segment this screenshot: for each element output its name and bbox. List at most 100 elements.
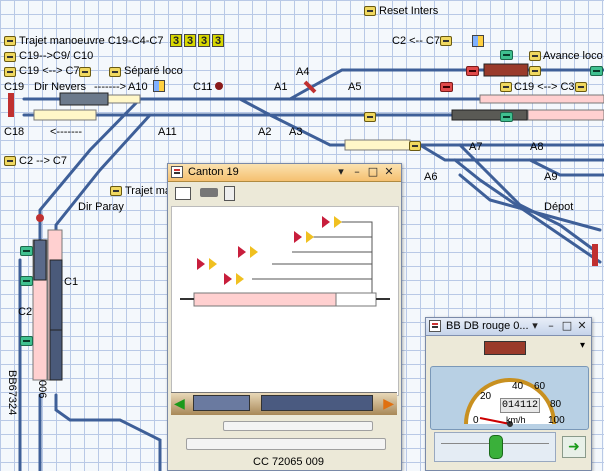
separe-loco-button[interactable] — [109, 67, 121, 77]
maximize-icon[interactable]: □ — [367, 166, 379, 178]
train-image-2 — [261, 395, 373, 411]
route-number-2[interactable]: 3 — [184, 34, 196, 47]
loco-close-icon[interactable]: ✕ — [576, 320, 588, 332]
bb-label: BB67324 — [6, 370, 18, 416]
a3-label: A3 — [289, 126, 303, 138]
red-button-a5[interactable] — [466, 66, 479, 76]
train-image-1 — [193, 395, 250, 411]
a5-green-button[interactable] — [590, 66, 603, 76]
chevron-down-icon[interactable]: ▾ — [335, 166, 347, 178]
route-number-3[interactable]: 3 — [198, 34, 210, 47]
c19-c3-red-button[interactable] — [440, 82, 453, 92]
block-right-lower — [527, 109, 604, 121]
loco-titlebar[interactable]: BB DB rouge 0... ▾ – □ ✕ — [426, 318, 591, 336]
arrow-left-icon[interactable]: ◀ — [174, 396, 185, 412]
c19-label: C19 — [4, 81, 25, 93]
loco-icon[interactable] — [200, 188, 218, 197]
tick-100: 100 — [548, 415, 565, 426]
a5-yellow-button[interactable] — [529, 66, 541, 76]
c2-green-button[interactable] — [20, 336, 33, 346]
arrow-left-label: <------- — [50, 126, 83, 138]
throttle-slider[interactable] — [434, 432, 556, 462]
canton-app-icon — [171, 166, 183, 178]
loco-c19 — [59, 92, 109, 106]
forward-arrow-icon[interactable]: ➜ — [562, 436, 586, 458]
tick-40: 40 — [512, 381, 524, 392]
c2-c7-play-button[interactable] — [472, 35, 484, 47]
avance-green-button[interactable] — [500, 50, 513, 60]
close-icon[interactable]: ✕ — [383, 166, 395, 178]
reset-inters-button[interactable] — [364, 6, 376, 16]
c2-c7-label: C2 <-- C7 — [392, 35, 440, 47]
avance-loco-label: Avance loco — [543, 50, 603, 62]
arrow-right-icon[interactable]: ▶ — [383, 396, 394, 412]
loco-c2 — [33, 239, 47, 281]
loco-selector[interactable]: ▾ — [429, 338, 587, 356]
track-right-curve — [458, 173, 602, 232]
route-number-1[interactable]: 3 — [170, 34, 182, 47]
c19-c7-button[interactable] — [4, 67, 16, 77]
a3-green-button[interactable] — [500, 112, 513, 122]
c19-c3-button[interactable] — [500, 82, 512, 92]
tick-60: 60 — [534, 381, 546, 392]
c1-green-button-1[interactable] — [20, 246, 33, 256]
trajet-ma-button[interactable] — [110, 186, 122, 196]
canton-train-strip: ◀ ▶ — [171, 392, 397, 415]
dropdown-icon[interactable]: ▾ — [580, 340, 585, 351]
route-number-4[interactable]: 3 — [212, 34, 224, 47]
c11-label: C11 — [193, 81, 213, 93]
canton-window: Canton 19 ▾ – □ ✕ ◀ ▶ CC 72065 009 — [167, 163, 402, 471]
c2-c7b-label: C2 --> C7 — [19, 155, 67, 167]
c1-green-button-2[interactable] — [20, 276, 33, 286]
a11-label: A11 — [158, 126, 177, 138]
c19-c3-right-button[interactable] — [575, 82, 587, 92]
tick-80: 80 — [550, 399, 562, 410]
a10-label: A10 — [128, 81, 148, 93]
c2-label: C2 — [18, 306, 33, 318]
track-a9 — [528, 158, 604, 177]
block-c18 — [33, 109, 97, 121]
canton-signals — [180, 216, 390, 307]
canton-progress-2 — [186, 438, 386, 450]
trajet-c19-button[interactable] — [4, 36, 16, 46]
canton-status: CC 72065 009 — [253, 456, 324, 468]
loco-title: BB DB rouge 0... — [446, 320, 529, 332]
a8-label: A8 — [530, 141, 544, 153]
speed-unit: km/h — [506, 415, 526, 425]
canton-diagram — [171, 206, 399, 396]
track-c2-down — [54, 393, 162, 471]
loco-maximize-icon[interactable]: □ — [561, 320, 573, 332]
minimize-icon[interactable]: – — [351, 166, 363, 178]
a10-play-button[interactable] — [153, 80, 165, 92]
a3-yellow-button[interactable] — [364, 112, 376, 122]
a7-label: A7 — [469, 141, 483, 153]
mobile-icon[interactable] — [224, 186, 235, 201]
signal-flags — [197, 216, 342, 285]
loco-window: BB DB rouge 0... ▾ – □ ✕ ▾ 0 20 40 60 80… — [425, 317, 592, 471]
track-a2-a3 — [238, 97, 272, 117]
c19-c9-label: C19-->C9/ C10 — [19, 50, 94, 62]
avance-loco-button[interactable] — [529, 51, 541, 61]
depot-label: Dépot — [544, 201, 574, 213]
c18-label: C18 — [4, 126, 25, 138]
c19-c7-right-button[interactable] — [79, 67, 91, 77]
c19-c9-button[interactable] — [4, 52, 16, 62]
a7-button[interactable] — [409, 141, 421, 151]
canton-titlebar[interactable]: Canton 19 ▾ – □ ✕ — [168, 164, 401, 182]
loco-chevron-icon[interactable]: ▾ — [529, 320, 541, 332]
loco-thumb — [484, 341, 526, 355]
loco-minimize-icon[interactable]: – — [545, 320, 557, 332]
window-icon[interactable] — [175, 187, 191, 200]
a1-label: A1 — [274, 81, 288, 93]
separe-loco-label: Séparé loco — [124, 65, 183, 77]
c2-c7-button[interactable] — [440, 36, 452, 46]
tick-0: 0 — [473, 415, 479, 426]
a5-label: A5 — [348, 81, 362, 93]
num006-label: 006 — [36, 380, 48, 399]
throttle-knob[interactable] — [489, 435, 503, 459]
signal-c11 — [215, 82, 223, 90]
trajet-ma-label: Trajet ma — [125, 185, 172, 197]
canton-block-end — [335, 292, 377, 307]
signal-red-right — [592, 244, 598, 266]
c2-c7b-button[interactable] — [4, 156, 16, 166]
